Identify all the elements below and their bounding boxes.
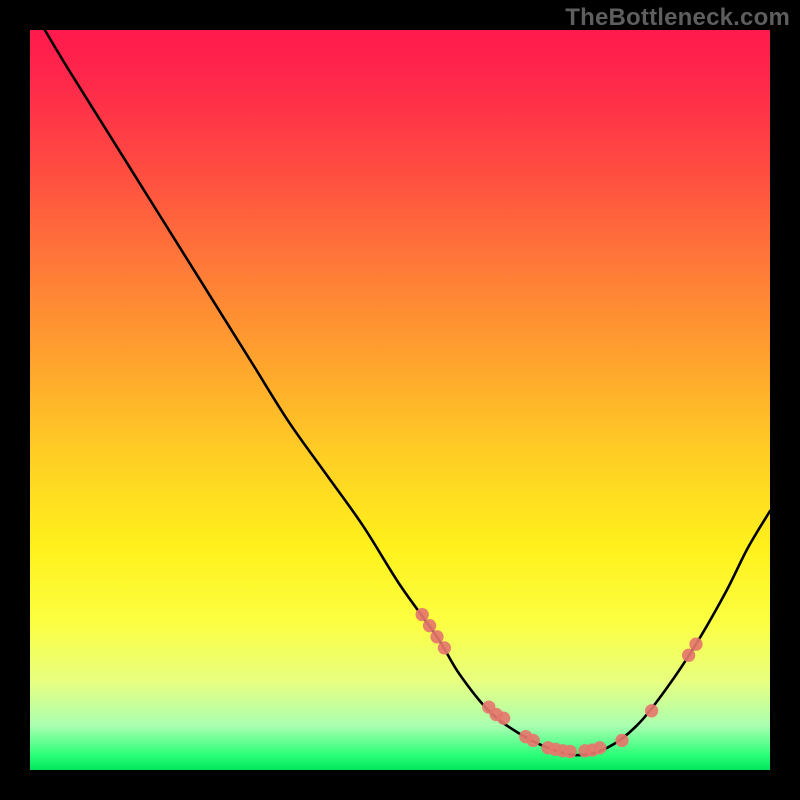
curve-marker	[438, 641, 451, 654]
bottleneck-curve	[45, 30, 770, 755]
curve-marker	[645, 704, 658, 717]
curve-marker	[527, 734, 540, 747]
watermark-text: TheBottleneck.com	[565, 4, 790, 32]
curve-markers	[416, 608, 703, 758]
curve-marker	[689, 638, 702, 651]
curve-marker	[497, 712, 510, 725]
plot-area	[30, 30, 770, 770]
curve-marker	[430, 630, 443, 643]
curve-marker	[423, 619, 436, 632]
chart-frame: TheBottleneck.com	[0, 0, 800, 800]
curve-marker	[615, 734, 628, 747]
chart-svg	[30, 30, 770, 770]
curve-marker	[416, 608, 429, 621]
curve-marker	[593, 741, 606, 754]
curve-marker	[564, 745, 577, 758]
curve-marker	[682, 649, 695, 662]
